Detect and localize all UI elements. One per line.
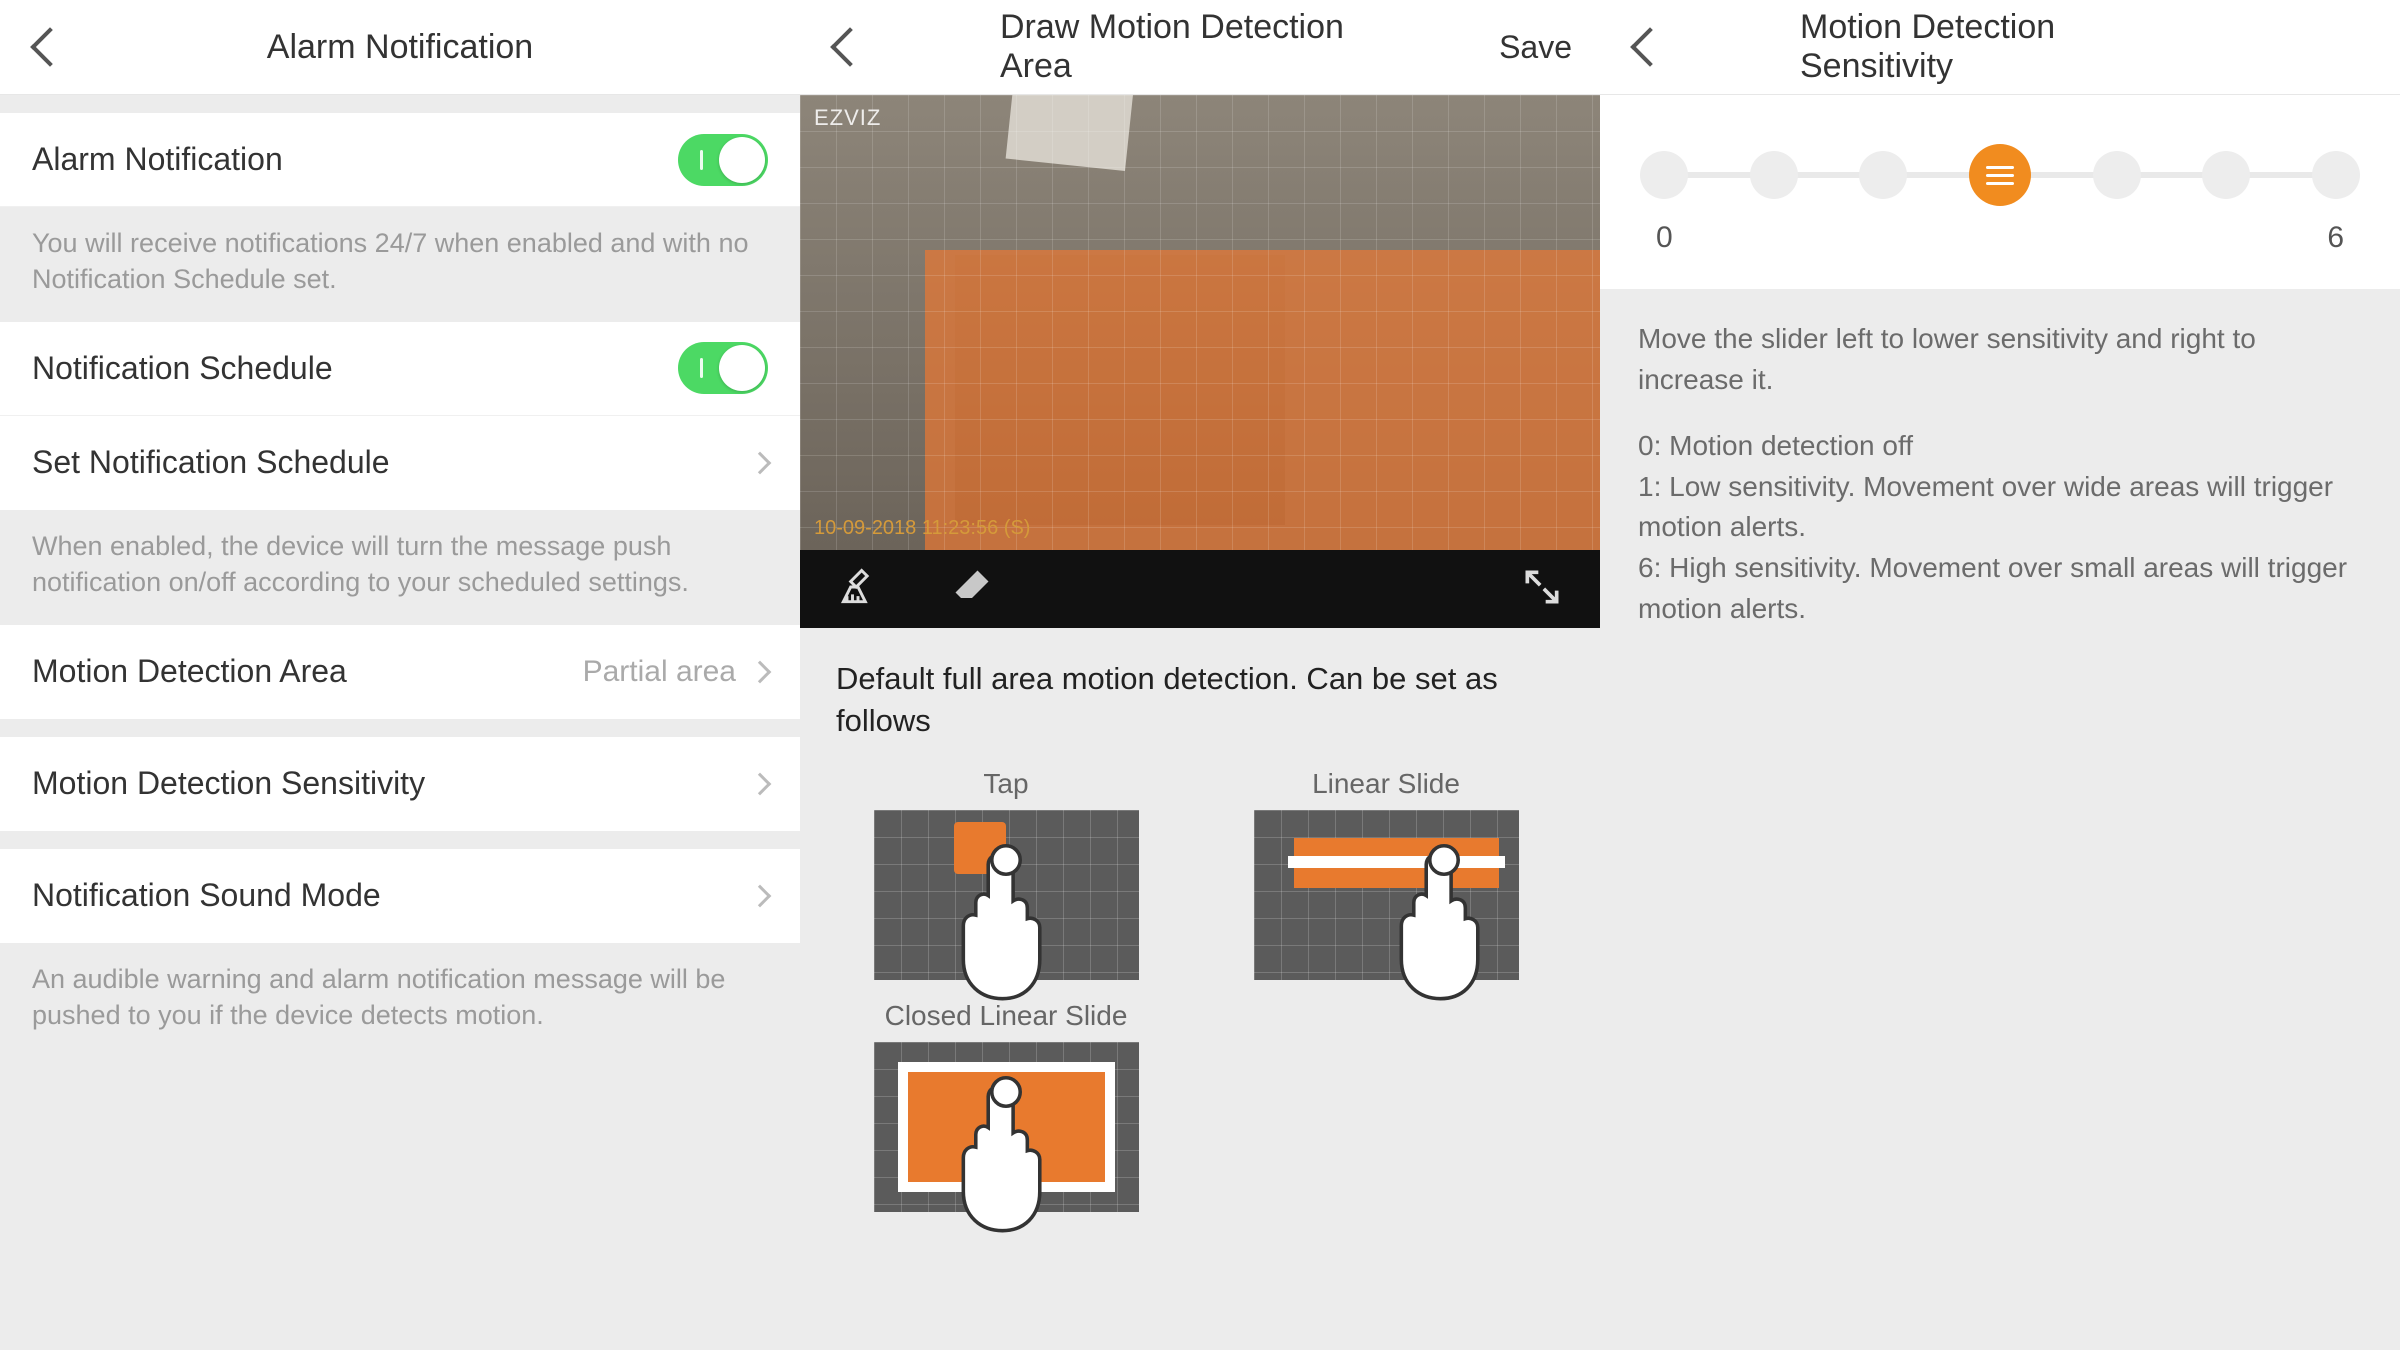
row-label: Motion Detection Area xyxy=(32,653,347,690)
slider-step-5[interactable] xyxy=(2202,151,2250,199)
row-label: Notification Sound Mode xyxy=(32,877,381,914)
gesture-label: Linear Slide xyxy=(1312,768,1460,800)
row-motion-detection-sensitivity[interactable]: Motion Detection Sensitivity xyxy=(0,737,800,831)
chevron-right-icon xyxy=(749,452,772,475)
instructions-text: Default full area motion detection. Can … xyxy=(800,628,1600,758)
slider-min-label: 0 xyxy=(1656,221,1673,255)
row-value: Partial area xyxy=(583,655,736,689)
desc-intro: Move the slider left to lower sensitivit… xyxy=(1638,319,2362,400)
hand-icon xyxy=(951,844,1061,1004)
slider-step-4[interactable] xyxy=(2093,151,2141,199)
desc-line-1: 1: Low sensitivity. Movement over wide a… xyxy=(1638,467,2362,548)
camera-brand: EZVIZ xyxy=(814,105,881,131)
draw-toolbar xyxy=(800,550,1600,628)
draw-motion-area-screen: Draw Motion Detection Area Save EZVIZ 10… xyxy=(800,0,1600,1350)
gesture-closed-linear-slide: Closed Linear Slide xyxy=(836,1000,1176,1212)
slider-step-1[interactable] xyxy=(1750,151,1798,199)
alarm-notification-screen: Alarm Notification Alarm Notification Yo… xyxy=(0,0,800,1350)
desc-line-6: 6: High sensitivity. Movement over small… xyxy=(1638,548,2362,629)
hand-icon xyxy=(1389,844,1499,1004)
helper-schedule: When enabled, the device will turn the m… xyxy=(0,510,800,625)
slider-step-2[interactable] xyxy=(1859,151,1907,199)
slider-step-6[interactable] xyxy=(2312,151,2360,199)
slider-max-label: 6 xyxy=(2327,221,2344,255)
row-alarm-notification[interactable]: Alarm Notification xyxy=(0,113,800,207)
gesture-label: Closed Linear Slide xyxy=(885,1000,1128,1032)
row-label: Alarm Notification xyxy=(32,141,283,178)
page-title: Motion Detection Sensitivity xyxy=(1800,8,2200,86)
gesture-tap: Tap xyxy=(836,768,1176,980)
row-label: Set Notification Schedule xyxy=(32,444,390,481)
camera-timestamp: 10-09-2018 11:23:56 (S) xyxy=(814,517,1030,540)
chevron-right-icon xyxy=(749,660,772,683)
header: Alarm Notification xyxy=(0,0,800,95)
gesture-linear-slide: Linear Slide xyxy=(1216,768,1556,980)
chevron-right-icon xyxy=(749,772,772,795)
toggle-notification-schedule[interactable] xyxy=(678,342,768,394)
camera-preview[interactable]: EZVIZ 10-09-2018 11:23:56 (S) xyxy=(800,95,1600,550)
eraser-icon[interactable] xyxy=(950,565,994,614)
sensitivity-slider[interactable]: 0 6 xyxy=(1600,95,2400,289)
sensitivity-description: Move the slider left to lower sensitivit… xyxy=(1600,289,2400,1350)
header: Motion Detection Sensitivity xyxy=(1600,0,2400,95)
helper-sound: An audible warning and alarm notificatio… xyxy=(0,943,800,1350)
row-notification-schedule[interactable]: Notification Schedule xyxy=(0,322,800,416)
desc-line-0: 0: Motion detection off xyxy=(1638,426,2362,467)
hand-icon xyxy=(951,1076,1061,1236)
row-notification-sound-mode[interactable]: Notification Sound Mode xyxy=(0,849,800,943)
helper-alarm: You will receive notifications 24/7 when… xyxy=(0,207,800,322)
gesture-examples: Tap Linear Slide Closed Linear Slide xyxy=(800,758,1600,1252)
page-title: Alarm Notification xyxy=(267,28,533,67)
motion-sensitivity-screen: Motion Detection Sensitivity 0 6 Move th… xyxy=(1600,0,2400,1350)
slider-step-3[interactable] xyxy=(1969,144,2031,206)
back-icon[interactable] xyxy=(30,27,70,67)
gesture-label: Tap xyxy=(983,768,1028,800)
fullscreen-icon[interactable] xyxy=(1520,565,1564,614)
row-motion-detection-area[interactable]: Motion Detection Area Partial area xyxy=(0,625,800,719)
header: Draw Motion Detection Area Save xyxy=(800,0,1600,95)
slider-step-0[interactable] xyxy=(1640,151,1688,199)
row-set-notification-schedule[interactable]: Set Notification Schedule xyxy=(0,416,800,510)
page-title: Draw Motion Detection Area xyxy=(1000,8,1400,86)
row-label: Motion Detection Sensitivity xyxy=(32,765,425,802)
chevron-right-icon xyxy=(749,884,772,907)
save-button[interactable]: Save xyxy=(1499,29,1572,66)
back-icon[interactable] xyxy=(830,27,870,67)
row-label: Notification Schedule xyxy=(32,350,333,387)
back-icon[interactable] xyxy=(1630,27,1670,67)
toggle-alarm-notification[interactable] xyxy=(678,134,768,186)
clear-icon[interactable] xyxy=(836,565,880,614)
